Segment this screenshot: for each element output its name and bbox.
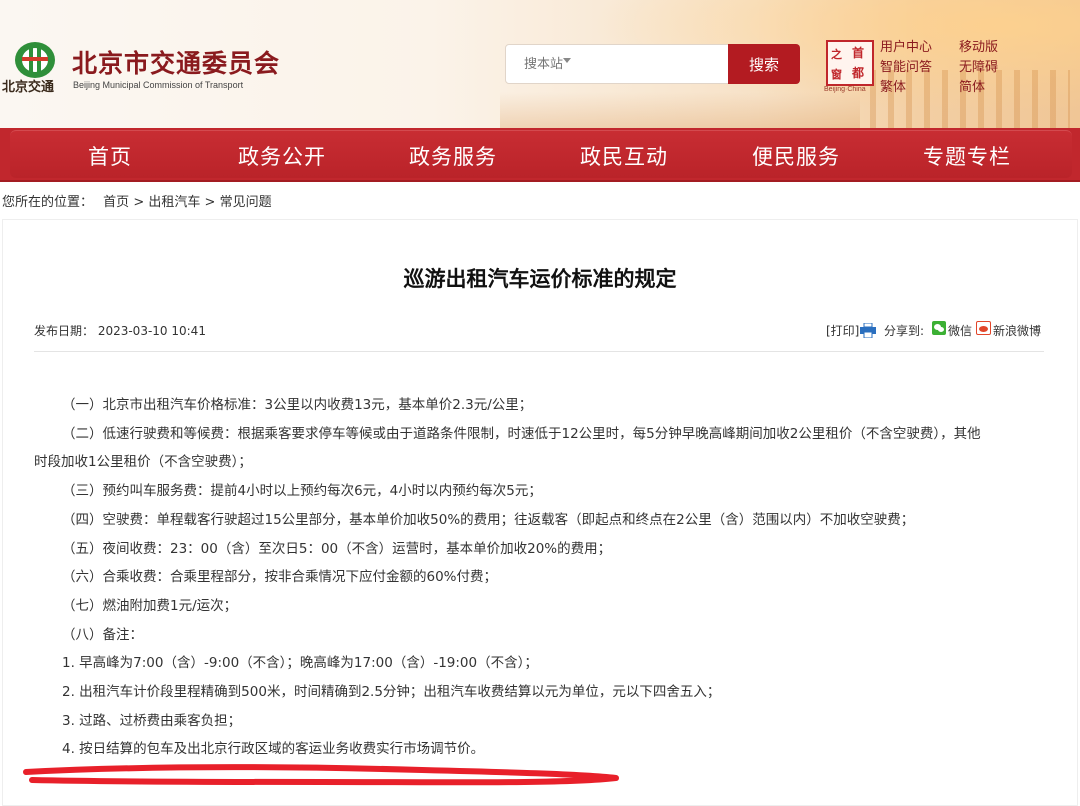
capital-window-en: Beijing·China [824, 86, 866, 93]
nav-item-topics[interactable]: 专题专栏 [923, 141, 1011, 171]
logo-subtext: 北京交通 [2, 80, 55, 95]
article-paragraph: （二）低速行驶费和等候费：根据乘客要求停车等候或由于道路条件限制，时速低于12公… [62, 426, 981, 442]
nav-item-gov-info[interactable]: 政务公开 [238, 141, 326, 171]
share-wechat-link[interactable]: 微信 [948, 322, 972, 339]
article-paragraph: 时段加收1公里租价（不含空驶费）； [34, 454, 252, 470]
article-paragraph: 3. 过路、过桥费由乘客负担； [62, 713, 242, 729]
share-weibo-link[interactable]: 新浪微博 [993, 322, 1041, 339]
search-box[interactable] [505, 44, 730, 84]
link-user-center[interactable]: 用户中心 [880, 36, 932, 55]
nav-item-interaction[interactable]: 政民互动 [580, 141, 668, 171]
article-paragraph: （七）燃油附加费1元/运次； [62, 598, 238, 614]
article-paragraph: （四）空驶费：单程载客行驶超过15公里部分，基本单价加收50%的费用；往返载客（… [62, 512, 915, 528]
article-paragraph: （六）合乘收费：合乘里程部分，按非合乘情况下应付金额的60%付费； [62, 569, 498, 585]
seal-char: 都 [852, 66, 865, 80]
publish-date: 发布日期： 2023-03-10 10:41 [34, 324, 206, 338]
article-paragraph: （八）备注： [62, 627, 143, 643]
nav-bar [10, 130, 1072, 178]
wechat-icon[interactable] [932, 321, 946, 335]
article-title: 巡游出租汽车运价标准的规定 [403, 267, 677, 291]
article-paragraph: （三）预约叫车服务费：提前4小时以上预约每次6元，4小时以内预约每次5元； [62, 483, 542, 499]
link-mobile[interactable]: 移动版 [959, 36, 998, 55]
breadcrumb-faq[interactable]: 常见问题 [220, 195, 272, 210]
site-header: 北京交通 北京市交通委员会 Beijing Municipal Commissi… [0, 0, 1080, 128]
link-smart-qa[interactable]: 智能问答 [880, 56, 932, 75]
seal-char: 窗 [831, 68, 842, 81]
breadcrumb-separator: > [204, 195, 216, 210]
nav-item-public-services[interactable]: 便民服务 [752, 141, 840, 171]
article-paragraph: 1. 早高峰为7:00（含）-9:00（不含）；晚高峰为17:00（含）-19:… [62, 655, 538, 671]
site-title-en: Beijing Municipal Commission of Transpor… [73, 80, 244, 90]
article-paragraph: （一）北京市出租汽车价格标准：3公里以内收费13元，基本单价2.3元/公里； [62, 397, 533, 413]
capital-window-logo[interactable]: 首 都 之 窗 [826, 40, 874, 86]
share-label: 分享到: [884, 324, 925, 338]
print-link[interactable]: [打印] [826, 322, 859, 339]
seal-char: 首 [852, 46, 865, 60]
search-input[interactable] [506, 45, 729, 83]
main-nav: 首页 政务公开 政务服务 政民互动 便民服务 专题专栏 [0, 128, 1080, 182]
breadcrumb-prefix: 您所在的位置： [2, 195, 94, 210]
breadcrumb-taxi[interactable]: 出租汽车 [148, 195, 200, 210]
nav-item-home[interactable]: 首页 [88, 141, 132, 171]
link-simplified[interactable]: 简体 [959, 76, 985, 95]
article-paragraph-highlighted: 4. 按日结算的包车及出北京行政区域的客运业务收费实行市场调节价。 [62, 741, 485, 757]
article-paragraph: 2. 出租汽车计价段里程精确到500米，时间精确到2.5分钟；出租汽车收费结算以… [62, 684, 721, 700]
search-scope-chevron-down-icon[interactable] [563, 58, 571, 63]
site-title[interactable]: 北京市交通委员会 [72, 44, 280, 80]
red-underline-annotation [23, 764, 619, 786]
seal-char: 之 [831, 48, 842, 61]
breadcrumb-home[interactable]: 首页 [103, 195, 129, 210]
printer-icon[interactable] [860, 323, 876, 338]
link-accessibility[interactable]: 无障碍 [959, 56, 998, 75]
article-paragraph: （五）夜间收费：23：00（含）至次日5：00（不含）运营时，基本单价加收20%… [62, 541, 612, 557]
title-divider [34, 351, 1044, 352]
link-traditional[interactable]: 繁体 [880, 76, 906, 95]
nav-item-gov-services[interactable]: 政务服务 [409, 141, 497, 171]
header-horizon [500, 92, 860, 128]
breadcrumb: 您所在的位置： 首页 > 出租汽车 > 常见问题 [2, 191, 272, 210]
breadcrumb-separator: > [133, 195, 145, 210]
search-button[interactable]: 搜索 [728, 44, 800, 84]
weibo-icon[interactable] [976, 321, 991, 335]
